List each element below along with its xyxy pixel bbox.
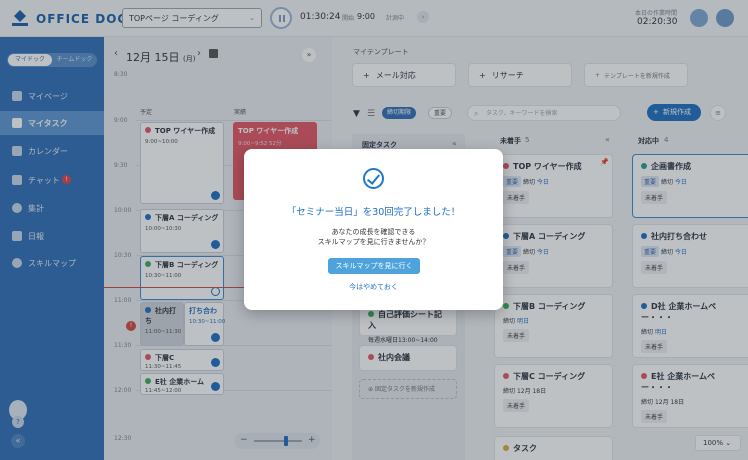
check-circle-icon (363, 168, 384, 189)
dismiss-link[interactable]: 今はやめておく (244, 282, 503, 292)
modal-message: あなたの成長を確認できる スキルマップを見に行きませんか？ (317, 228, 430, 246)
modal-title: 「セミナー当日」を30回完了しました！ (286, 207, 461, 218)
go-skillmap-button[interactable]: スキルマップを見に行く (328, 258, 420, 274)
achievement-modal: 「セミナー当日」を30回完了しました！ あなたの成長を確認できる スキルマップを… (244, 149, 503, 310)
